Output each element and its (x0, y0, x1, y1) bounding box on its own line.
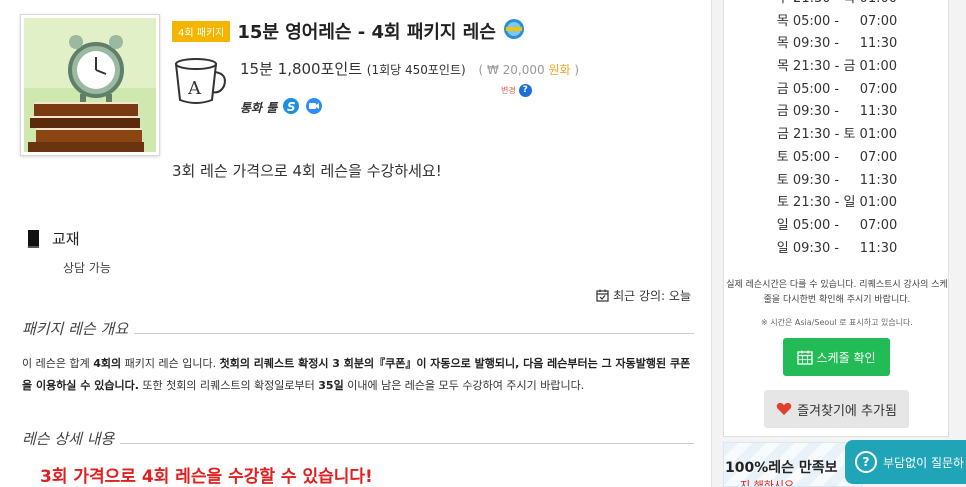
lesson-title: 15분 영어레슨 - 4회 패키지 레슨 (237, 22, 496, 43)
schedule-row: 수 21:30 - 목 01:00 (724, 0, 950, 11)
overview-bold-part: 4회의 (93, 357, 122, 370)
overview-bold-part: 35일 (318, 379, 344, 392)
package-badge: 4회 패키지 (172, 20, 231, 42)
material-value: 상담 가능 (63, 261, 111, 275)
ask-question-button[interactable]: ? 부담없이 질문하 (845, 440, 966, 484)
call-tools: 통화 툴 S (240, 97, 323, 118)
schedule-row: 목 21:30 - 금 01:00 (776, 59, 898, 75)
recent-lecture-label: 최근 강의: 오늘 (613, 289, 691, 303)
detail-highlight: 3회 가격으로 4회 레슨을 수강할 수 있습니다! (40, 467, 373, 487)
schedule-note: 실제 레슨시간은 다를 수 있습니다. 리퀘스트시 강사의 스케줄을 다시한번 … (726, 280, 948, 305)
overview-text: 이 레슨은 합계 4회의 패키지 레슨 입니다. 첫회의 리퀘스트 확정시 3 … (22, 353, 694, 397)
ask-question-label[interactable]: 부담없이 질문하 (883, 454, 964, 471)
overview-text-part: 패키지 레슨 입니다. (121, 357, 220, 370)
call-tools-label: 통화 툴 (240, 101, 278, 115)
calendar-check-icon (596, 289, 609, 302)
coffee-cup-icon: A (172, 54, 230, 110)
skype-icon: S (282, 97, 300, 118)
page: 4회 패키지 15분 영어레슨 - 4회 패키지 레슨 A 15분 1,800포… (0, 0, 966, 487)
schedule-list: 수 21:30 - 목 01:00 목 05:00 - 07:00 목 09:3… (724, 0, 950, 260)
satisfaction-banner[interactable]: 100%레슨 만족보 지 해하시요 (723, 442, 863, 487)
price-krw: ( ₩ 20,000 원화 ) (478, 63, 579, 77)
change-label[interactable]: 변경 (501, 85, 516, 96)
currency-change-link[interactable]: 변경 ? (501, 84, 532, 97)
favorite-button-label[interactable]: 즐겨찾기에 추가됨 (797, 400, 897, 419)
detail-heading: 레슨 상세 내용 (22, 428, 694, 449)
price-krw-amount: ( ₩ 20,000 (478, 63, 545, 77)
schedule-row: 목 09:30 - 11:30 (776, 36, 898, 52)
heart-icon (776, 402, 792, 415)
check-schedule-label[interactable]: 스케줄 확인 (816, 349, 875, 366)
zoom-icon (305, 97, 323, 118)
price-per-lesson: (1회당 450포인트) (366, 63, 466, 77)
schedule-row: 금 09:30 - 11:30 (776, 104, 898, 120)
question-chat-icon: ? (855, 451, 877, 473)
calendar-icon (797, 350, 814, 365)
schedule-row: 금 21:30 - 토 01:00 (776, 127, 898, 143)
overview-divider (134, 333, 694, 334)
lesson-title-row: 4회 패키지 15분 영어레슨 - 4회 패키지 레슨 (172, 18, 525, 44)
schedule-row: 목 05:00 - 07:00 (776, 13, 898, 29)
schedule-row: 금 05:00 - 07:00 (776, 81, 898, 97)
banner-title: 100%레슨 만족보 (725, 460, 838, 476)
schedule-row: 토 05:00 - 07:00 (776, 149, 898, 165)
currency-link[interactable]: 원화 (548, 63, 570, 77)
banner-subtitle: 지 해하시요 (740, 479, 795, 487)
lesson-main-panel: 4회 패키지 15분 영어레슨 - 4회 패키지 레슨 A 15분 1,800포… (0, 0, 712, 487)
overview-text-part: 또한 첫회의 리퀘스트의 확정일로부터 (138, 379, 319, 392)
schedule-row: 일 09:30 - 11:30 (776, 240, 898, 256)
lesson-subtitle: 3회 레슨 가격으로 4회 레슨을 수강하세요! (172, 162, 442, 180)
svg-text:S: S (287, 100, 296, 114)
schedule-row: 토 21:30 - 일 01:00 (776, 195, 898, 211)
price-points: 15분 1,800포인트 (240, 60, 362, 78)
book-icon (27, 229, 39, 248)
material-heading: 교재 (26, 228, 80, 249)
overview-heading: 패키지 레슨 개요 (22, 318, 694, 339)
verified-badge-icon (503, 18, 525, 44)
detail-divider (120, 443, 694, 444)
overview-heading-label: 패키지 레슨 개요 (22, 320, 129, 338)
lesson-price: 15분 1,800포인트 (1회당 450포인트) ( ₩ 20,000 원화 … (240, 58, 579, 79)
svg-text:A: A (187, 78, 202, 99)
schedule-row: 일 05:00 - 07:00 (776, 217, 898, 233)
overview-text-part: 이 레슨은 합계 (22, 357, 94, 370)
timezone-note: ※ 시간은 Asia/Seoul 로 표시하고 있습니다. (761, 318, 913, 327)
help-icon[interactable]: ? (518, 84, 532, 97)
schedule-row: 토 09:30 - 11:30 (776, 172, 898, 188)
price-krw-close: ) (574, 63, 580, 77)
detail-heading-label: 레슨 상세 내용 (22, 430, 115, 448)
check-schedule-button[interactable]: 스케줄 확인 (783, 338, 890, 376)
favorite-button[interactable]: 즐겨찾기에 추가됨 (764, 390, 909, 428)
material-heading-label: 교재 (52, 230, 80, 248)
overview-text-part: 이내에 남은 레슨을 모두 수강하여 주시기 바랍니다. (343, 379, 585, 392)
recent-lecture: 최근 강의: 오늘 (596, 287, 691, 304)
schedule-sidebar: 수 21:30 - 목 01:00 목 05:00 - 07:00 목 09:3… (723, 0, 949, 437)
lesson-image (20, 14, 160, 156)
